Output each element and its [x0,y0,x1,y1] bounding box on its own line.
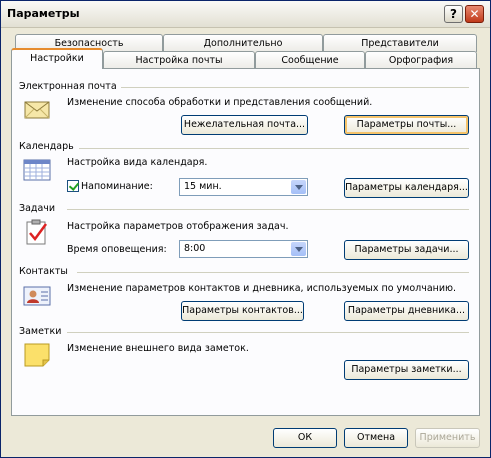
journal-options-button[interactable]: Параметры дневника... [344,301,469,321]
tasks-description: Настройка параметров отображения задач. [67,221,289,232]
contacts-description: Изменение параметров контактов и дневник… [67,283,457,294]
contact-options-button[interactable]: Параметры контактов... [181,301,304,321]
ok-button[interactable]: ОК [273,428,337,448]
separator [79,148,469,149]
envelope-icon [24,101,50,119]
window-title: Параметры [7,7,80,20]
tab-mail-setup[interactable]: Настройка почты [103,51,255,69]
junk-email-button[interactable]: Нежелательная почта... [181,115,308,135]
section-title-notes: Заметки [19,326,62,337]
contact-card-icon [23,286,51,306]
calendar-icon [23,159,51,181]
tab-delegates[interactable]: Представители [323,34,477,52]
separator [67,332,469,333]
options-dialog: Параметры ? ✕ Безопасность Дополнительно… [0,0,491,458]
tab-spelling[interactable]: Орфография [365,51,477,69]
close-button[interactable]: ✕ [465,5,484,23]
section-title-mail: Электронная почта [19,81,117,92]
cancel-button[interactable]: Отмена [344,428,408,448]
separator [67,209,469,210]
email-options-button[interactable]: Параметры почты... [344,115,469,135]
section-title-tasks: Задачи [19,203,56,214]
calendar-description: Настройка вида календаря. [67,157,208,168]
chevron-down-icon[interactable] [291,242,306,256]
apply-button[interactable]: Применить [415,428,480,448]
tab-mail-format[interactable]: Сообщение [255,51,365,69]
sticky-note-icon [24,343,50,367]
task-options-button[interactable]: Параметры задачи... [344,240,469,260]
tab-preferences[interactable]: Настройки [11,48,103,69]
notes-description: Изменение внешнего вида заметок. [67,343,249,354]
mail-description: Изменение способа обработки и представле… [67,97,373,108]
help-button[interactable]: ? [444,5,463,23]
note-options-button[interactable]: Параметры заметки... [344,360,469,380]
reminder-time-label: Время оповещения: [67,244,167,255]
separator [121,87,469,88]
reminder-time-dropdown[interactable]: 8:00 [179,240,308,258]
separator [77,272,469,273]
task-checklist-icon [26,219,48,245]
reminder-value: 15 мин. [184,181,222,192]
reminder-checkbox[interactable] [67,180,79,192]
calendar-options-button[interactable]: Параметры календаря... [344,178,469,198]
title-bar[interactable]: Параметры ? ✕ [1,1,490,28]
section-title-contacts: Контакты [19,266,68,277]
reminder-dropdown[interactable]: 15 мин. [179,178,308,196]
reminder-time-value: 8:00 [184,243,206,254]
tab-advanced[interactable]: Дополнительно [163,34,323,52]
reminder-label: Напоминание: [81,181,153,192]
section-title-calendar: Календарь [19,141,74,152]
chevron-down-icon[interactable] [291,180,306,194]
